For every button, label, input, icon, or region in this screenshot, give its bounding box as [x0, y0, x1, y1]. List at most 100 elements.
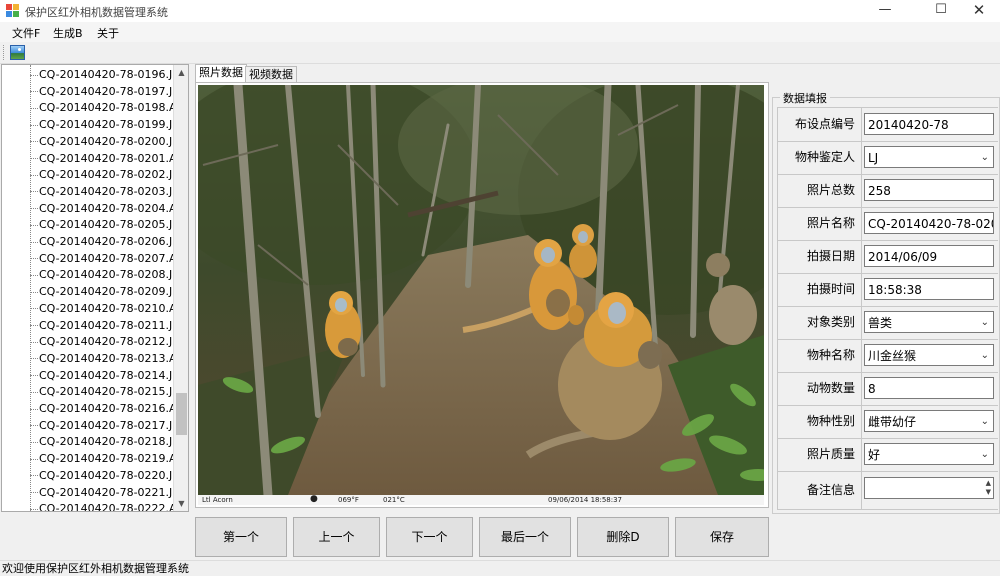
- notes-field[interactable]: ▲ ▼: [864, 477, 994, 499]
- tree-item[interactable]: CQ-20140420-78-0215.JPG: [30, 384, 173, 400]
- tree-item[interactable]: CQ-20140420-78-0212.JPG: [30, 334, 173, 350]
- next-button[interactable]: 下一个: [386, 517, 473, 557]
- tree-item[interactable]: CQ-20140420-78-0221.JPG: [30, 485, 173, 501]
- tree-item[interactable]: CQ-20140420-78-0219.AVI: [30, 451, 173, 467]
- tree-item[interactable]: CQ-20140420-78-0213.AVI: [30, 351, 173, 367]
- toolbar-grip: [3, 45, 6, 60]
- sex-label: 物种性别: [806, 414, 855, 428]
- stamp-brand: Ltl Acorn: [202, 496, 233, 504]
- row-count: 动物数量 8: [778, 372, 998, 406]
- photo-viewer: Ltl Acorn ● 069°F 021°C 09/06/2014 18:58…: [195, 82, 769, 508]
- identifier-value: LJ: [868, 151, 879, 165]
- row-object-type: 对象类别 兽类 ⌄: [778, 306, 998, 340]
- scroll-up-icon[interactable]: ▲: [174, 65, 188, 80]
- species-select[interactable]: 川金丝猴 ⌄: [864, 344, 994, 366]
- photo-name-field[interactable]: CQ-20140420-78-0209: [864, 212, 994, 234]
- tree-item[interactable]: CQ-20140420-78-0201.AVI: [30, 151, 173, 167]
- tree-item[interactable]: CQ-20140420-78-0202.JPG: [30, 167, 173, 183]
- tree-item[interactable]: CQ-20140420-78-0208.JPG: [30, 267, 173, 283]
- menu-bar: 文件F 生成B 关于: [0, 22, 1000, 42]
- tree-item[interactable]: CQ-20140420-78-0205.JPG: [30, 217, 173, 233]
- row-time: 拍摄时间 18:58:38: [778, 273, 998, 307]
- save-button[interactable]: 保存: [675, 517, 769, 557]
- stamp-temp-c: 021°C: [383, 496, 405, 504]
- row-sex: 物种性别 雌带幼仔 ⌄: [778, 405, 998, 439]
- file-tree-scrollbar[interactable]: ▲ ▼: [173, 65, 188, 511]
- identifier-select[interactable]: LJ ⌄: [864, 146, 994, 168]
- tree-item[interactable]: CQ-20140420-78-0222.AVI: [30, 501, 173, 511]
- tree-item[interactable]: CQ-20140420-78-0214.JPG: [30, 368, 173, 384]
- notes-label: 备注信息: [806, 483, 855, 497]
- species-value: 川金丝猴: [868, 349, 917, 363]
- tree-item[interactable]: CQ-20140420-78-0203.JPG: [30, 184, 173, 200]
- minimize-button[interactable]: —: [862, 0, 908, 22]
- object-type-value: 兽类: [868, 316, 893, 330]
- menu-generate[interactable]: 生成B: [53, 25, 83, 41]
- first-button[interactable]: 第一个: [195, 517, 287, 557]
- sex-select[interactable]: 雌带幼仔 ⌄: [864, 410, 994, 432]
- tree-item[interactable]: CQ-20140420-78-0217.JPG: [30, 418, 173, 434]
- row-identifier: 物种鉴定人 LJ ⌄: [778, 141, 998, 175]
- time-field[interactable]: 18:58:38: [864, 278, 994, 300]
- chevron-down-icon[interactable]: ⌄: [981, 345, 989, 365]
- chevron-down-icon[interactable]: ⌄: [981, 444, 989, 464]
- menu-about[interactable]: 关于: [97, 25, 119, 41]
- row-date: 拍摄日期 2014/06/09: [778, 240, 998, 274]
- time-label: 拍摄时间: [806, 282, 855, 296]
- stamp-datetime: 09/06/2014 18:58:37: [548, 496, 623, 504]
- tab-video-data[interactable]: 视频数据: [245, 66, 297, 83]
- prev-button[interactable]: 上一个: [293, 517, 380, 557]
- date-label: 拍摄日期: [806, 249, 855, 263]
- file-tree: CQ-20140420-78-0196.JPG CQ-20140420-78-01…: [1, 64, 189, 512]
- data-entry-title: 数据填报: [780, 90, 830, 106]
- spin-arrows-icon[interactable]: ▲ ▼: [986, 479, 991, 497]
- tab-photo-data[interactable]: 照片数据: [195, 64, 247, 84]
- last-button[interactable]: 最后一个: [479, 517, 571, 557]
- tree-item[interactable]: CQ-20140420-78-0209.JPG: [30, 284, 173, 300]
- object-type-label: 对象类别: [806, 315, 855, 329]
- chevron-down-icon[interactable]: ⌄: [981, 147, 989, 167]
- tree-item[interactable]: CQ-20140420-78-0197.JPG: [30, 84, 173, 100]
- count-field[interactable]: 8: [864, 377, 994, 399]
- menu-file[interactable]: 文件F: [12, 25, 40, 41]
- row-photo-total: 照片总数 258: [778, 174, 998, 208]
- photo-total-field[interactable]: 258: [864, 179, 994, 201]
- chevron-down-icon[interactable]: ⌄: [981, 312, 989, 332]
- close-button[interactable]: ✕: [956, 0, 1000, 22]
- moon-phase-icon: ●: [310, 494, 318, 504]
- quality-value: 好: [868, 448, 881, 462]
- scroll-thumb[interactable]: [176, 393, 187, 435]
- tree-item[interactable]: CQ-20140420-78-0216.AVI: [30, 401, 173, 417]
- camera-trap-photo: [198, 85, 764, 495]
- date-field[interactable]: 2014/06/09: [864, 245, 994, 267]
- tree-item[interactable]: CQ-20140420-78-0211.JPG: [30, 318, 173, 334]
- count-label: 动物数量: [806, 381, 855, 395]
- tree-item[interactable]: CQ-20140420-78-0199.JPG: [30, 117, 173, 133]
- open-image-icon[interactable]: [10, 45, 25, 60]
- chevron-down-icon[interactable]: ⌄: [981, 411, 989, 431]
- tree-item[interactable]: CQ-20140420-78-0210.AVI: [30, 301, 173, 317]
- camera-stamp: Ltl Acorn ● 069°F 021°C 09/06/2014 18:58…: [198, 495, 764, 505]
- tree-item[interactable]: CQ-20140420-78-0200.JPG: [30, 134, 173, 150]
- tree-item[interactable]: CQ-20140420-78-0204.AVI: [30, 201, 173, 217]
- site-id-field[interactable]: 20140420-78: [864, 113, 994, 135]
- title-bar: 保护区红外相机数据管理系统 — ☐ ✕: [0, 0, 1000, 22]
- identifier-label: 物种鉴定人: [794, 150, 855, 164]
- sex-value: 雌带幼仔: [868, 415, 917, 429]
- tree-item[interactable]: CQ-20140420-78-0218.JPG: [30, 434, 173, 450]
- tree-item[interactable]: CQ-20140420-78-0196.JPG: [30, 67, 173, 83]
- scroll-down-icon[interactable]: ▼: [174, 496, 188, 511]
- tree-item[interactable]: CQ-20140420-78-0206.JPG: [30, 234, 173, 250]
- tree-item[interactable]: CQ-20140420-78-0207.AVI: [30, 251, 173, 267]
- row-photo-name: 照片名称 CQ-20140420-78-0209: [778, 207, 998, 241]
- tree-item[interactable]: CQ-20140420-78-0220.JPG: [30, 468, 173, 484]
- app-icon: [6, 4, 20, 17]
- object-type-select[interactable]: 兽类 ⌄: [864, 311, 994, 333]
- species-label: 物种名称: [806, 348, 855, 362]
- row-notes: 备注信息 ▲ ▼: [778, 471, 998, 510]
- delete-button[interactable]: 删除D: [577, 517, 669, 557]
- quality-label: 照片质量: [806, 447, 855, 461]
- tree-item[interactable]: CQ-20140420-78-0198.AVI: [30, 100, 173, 116]
- quality-select[interactable]: 好 ⌄: [864, 443, 994, 465]
- row-site-id: 布设点编号 20140420-78: [778, 108, 998, 142]
